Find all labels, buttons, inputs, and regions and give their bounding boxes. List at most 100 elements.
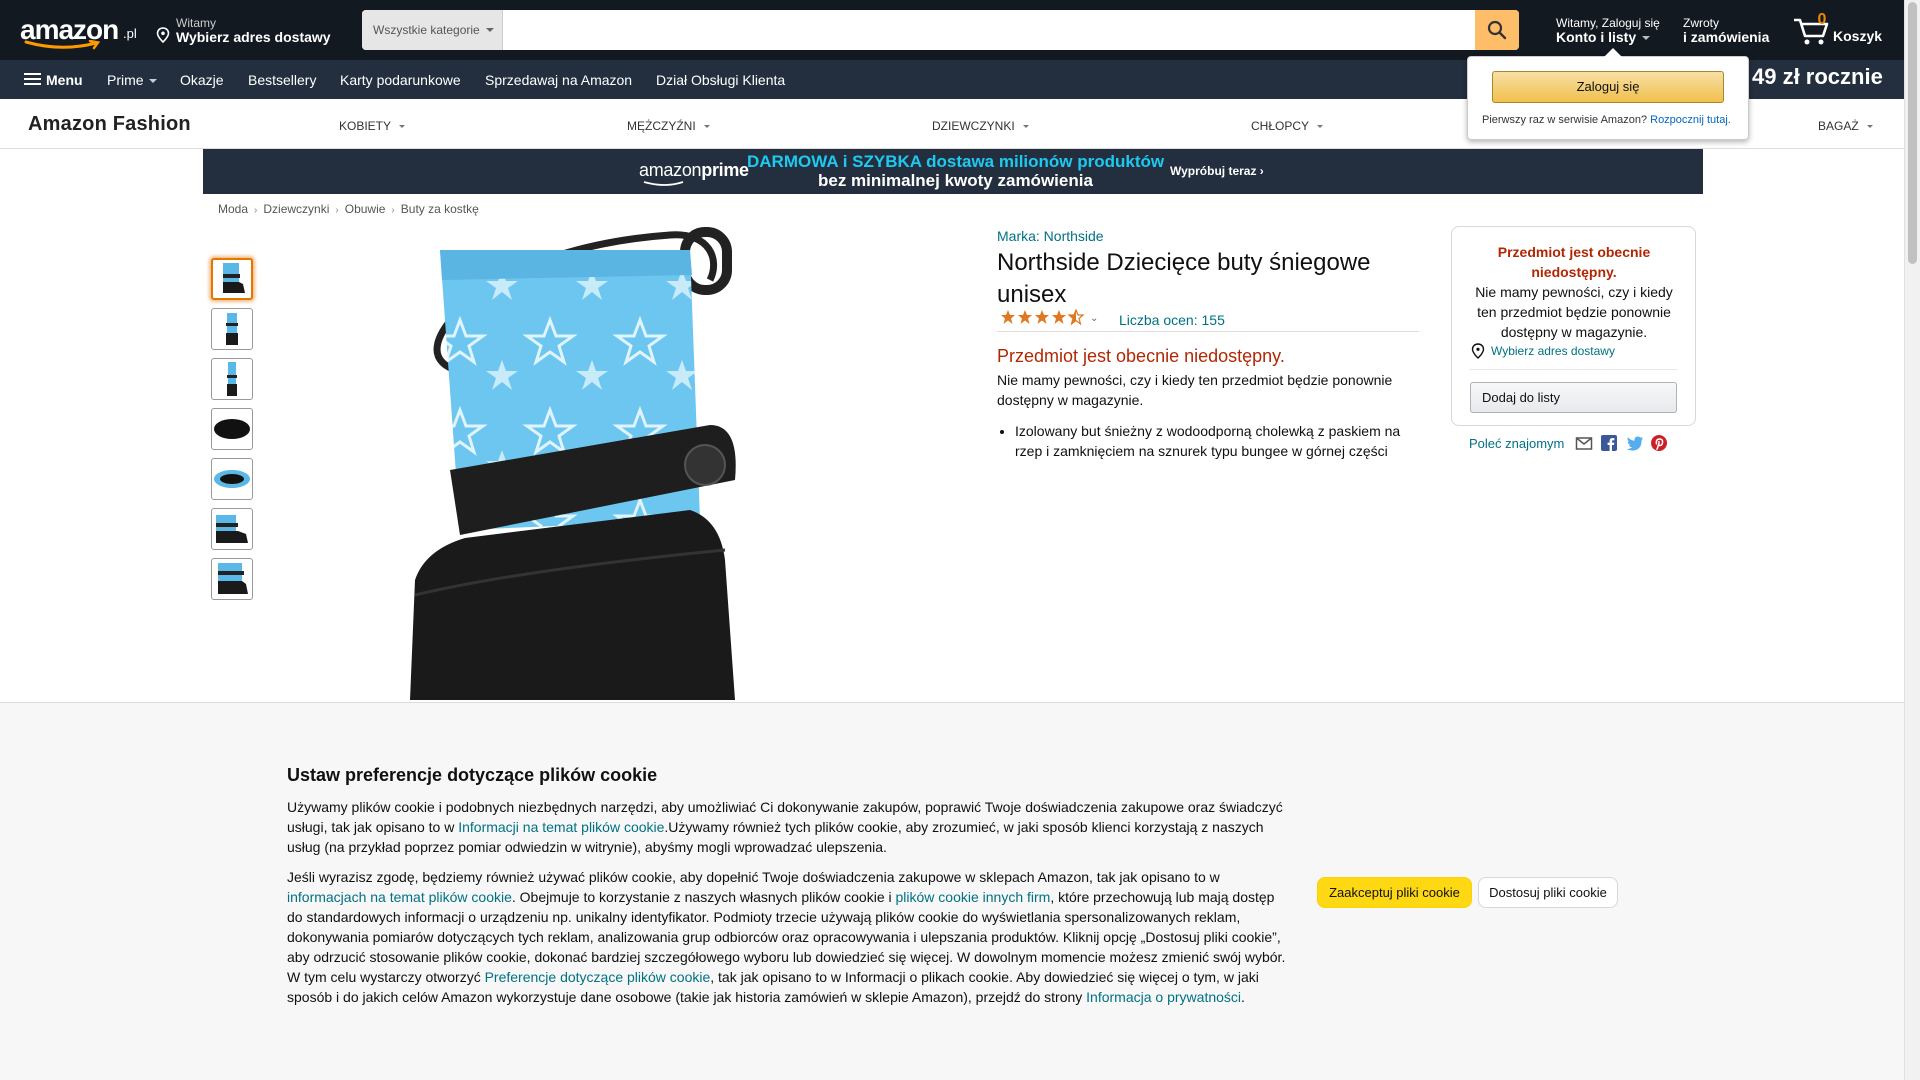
cookie-title: Ustaw preferencje dotyczące plików cooki… [287,765,658,785]
nav-item-gift-cards[interactable]: Karty podarunkowe [340,72,461,88]
share-label[interactable]: Poleć znajomym [1469,436,1564,451]
add-to-list-button[interactable]: Dodaj do listy [1470,382,1677,413]
breadcrumb-item[interactable]: Dziewczynki [263,202,329,216]
cookie-info-link[interactable]: Informacji na temat plików cookie [458,819,664,835]
fashion-cat-label: BAGAŻ [1818,119,1859,133]
buybox-address-label: Wybierz adres dostawy [1491,344,1615,358]
search-category-select[interactable]: Wszystkie kategorie [362,10,503,50]
chevron-right-icon: › [391,205,395,216]
thumbnail[interactable] [211,358,253,400]
deliver-greeting: Witamy [176,16,216,30]
cookie-paragraph: Używamy plików cookie i podobnych niezbę… [287,797,1292,857]
account-greeting: Witamy, Zaloguj się [1556,16,1660,30]
nav-item-customer-service[interactable]: Dział Obsługi Klienta [656,72,785,88]
account-lists: Konto i listy [1556,29,1637,45]
nav-item-okazje[interactable]: Okazje [180,72,224,88]
prime-logo-a: amazon [639,160,702,180]
prime-banner-line2: bez minimalnej kwoty zamówienia [818,171,1093,190]
divider [997,331,1419,332]
thumbnail[interactable] [211,408,253,450]
chevron-right-icon: › [335,205,339,216]
chevron-down-icon [399,125,406,129]
top-view-thumbnail-image [214,470,250,488]
fashion-cat-luggage[interactable]: BAGAŻ [1818,119,1873,133]
cookie-consent-panel: Ustaw preferencje dotyczące plików cooki… [0,702,1904,1080]
buy-box: Przedmiot jest obecnie niedostępny. Nie … [1451,226,1696,426]
accept-cookies-button[interactable]: Zaakceptuj pliki cookie [1317,877,1472,908]
chevron-down-icon: ⌄ [1090,313,1099,324]
rating-count-link[interactable]: Liczba ocen: 155 [1119,312,1225,328]
nav-item-bestsellery[interactable]: Bestsellery [248,72,316,88]
boot-thumbnail-image [227,362,237,396]
nav-item-prime[interactable]: Prime [107,72,157,88]
signin-button[interactable]: Zaloguj się [1492,71,1724,103]
amazon-logo[interactable]: amazon .pl [20,12,137,50]
cookie-preferences-link[interactable]: Preferencje dotyczące plików cookie [485,969,711,985]
signin-note: Pierwszy raz w serwisie Amazon? Rozpoczn… [1482,114,1731,126]
fashion-cat-label: MĘŻCZYŹNI [627,119,696,133]
returns-orders[interactable]: Zwroty i zamówienia [1683,14,1783,48]
chevron-right-icon: › [254,205,258,216]
customize-cookies-button[interactable]: Dostosuj pliki cookie [1478,877,1618,908]
nav-item-label: Prime [107,72,144,88]
cart-button[interactable]: 0 Koszyk [1792,10,1892,50]
cookie-text: Jeśli wyrazisz zgodę, będziemy również u… [287,869,1220,885]
hamburger-icon [24,73,41,86]
deliver-to[interactable]: Witamy Wybierz adres dostawy [156,14,346,48]
feature-bullets: Izolowany but śnieżny z wodoodporną chol… [1015,421,1419,461]
fashion-cat-men[interactable]: MĘŻCZYŹNI [627,119,710,133]
search-input[interactable] [503,10,1475,50]
main-product-image[interactable] [340,220,860,700]
fashion-cat-label: CHŁOPCY [1251,119,1310,133]
chevron-down-icon [1022,125,1029,129]
cookie-info-link[interactable]: informacjach na temat plików cookie [287,889,512,905]
fashion-cat-women[interactable]: KOBIETY [339,119,406,133]
thumbnail[interactable] [211,308,253,350]
scrollbar-thumb[interactable] [1908,2,1917,264]
prime-promo[interactable]: 49 zł rocznie [1752,64,1883,90]
twitter-icon[interactable] [1626,434,1644,452]
location-pin-icon [1471,343,1485,359]
breadcrumb-item[interactable]: Obuwie [345,202,386,216]
search-category-label: Wszystkie kategorie [373,23,480,37]
thumbnail[interactable] [211,258,253,300]
breadcrumb-item[interactable]: Moda [218,202,248,216]
chevron-down-icon [1317,125,1324,129]
pinterest-icon[interactable] [1650,434,1668,452]
brand-link[interactable]: Marka: Northside [997,228,1104,244]
facebook-icon[interactable] [1600,434,1618,452]
thumbnail[interactable] [211,558,253,600]
returns-line1: Zwroty [1683,16,1719,30]
third-party-cookies-link[interactable]: plików cookie innych firm [896,889,1051,905]
prime-banner-line1: DARMOWA i SZYBKA dostawa milionów produk… [747,152,1165,171]
prime-banner[interactable]: amazonprime DARMOWA i SZYBKA dostawa mil… [203,149,1703,194]
amazon-fashion-logo[interactable]: Amazon Fashion [28,113,191,136]
fashion-cat-girls[interactable]: DZIEWCZYNKI [932,119,1029,133]
page: amazon .pl Witamy Wybierz adres dostawy … [0,0,1920,1080]
privacy-notice-link[interactable]: Informacja o prywatności [1086,989,1241,1005]
cookie-text: . [1241,989,1245,1005]
divider [1470,369,1677,370]
smile-icon [24,40,101,50]
search-button[interactable] [1475,10,1519,50]
boot-thumbnail-image [218,563,248,594]
chevron-down-icon [486,28,494,32]
search-bar: Wszystkie kategorie [362,10,1519,50]
search-icon [1487,20,1507,40]
breadcrumb-item[interactable]: Buty za kostkę [401,202,479,216]
thumbnail[interactable] [211,508,253,550]
sole-thumbnail-image [214,419,250,439]
availability-status: Przedmiot jest obecnie niedostępny. [997,346,1285,366]
boot-thumbnail-image [226,313,238,345]
fashion-cat-boys[interactable]: CHŁOPCY [1251,119,1324,133]
star-icon [1001,308,1085,326]
page-scrollbar[interactable] [1904,0,1920,1080]
thumbnail[interactable] [211,458,253,500]
nav-item-sell[interactable]: Sprzedawaj na Amazon [485,72,632,88]
start-here-link[interactable]: Rozpocznij tutaj. [1650,114,1731,126]
logo-tld: .pl [123,26,137,41]
email-icon[interactable] [1575,434,1593,452]
prime-try-link[interactable]: Wypróbuj teraz › [1170,164,1264,178]
account-menu[interactable]: Witamy, Zaloguj się Konto i listy [1556,14,1666,48]
star-rating[interactable]: ⌄ [1000,308,1098,329]
